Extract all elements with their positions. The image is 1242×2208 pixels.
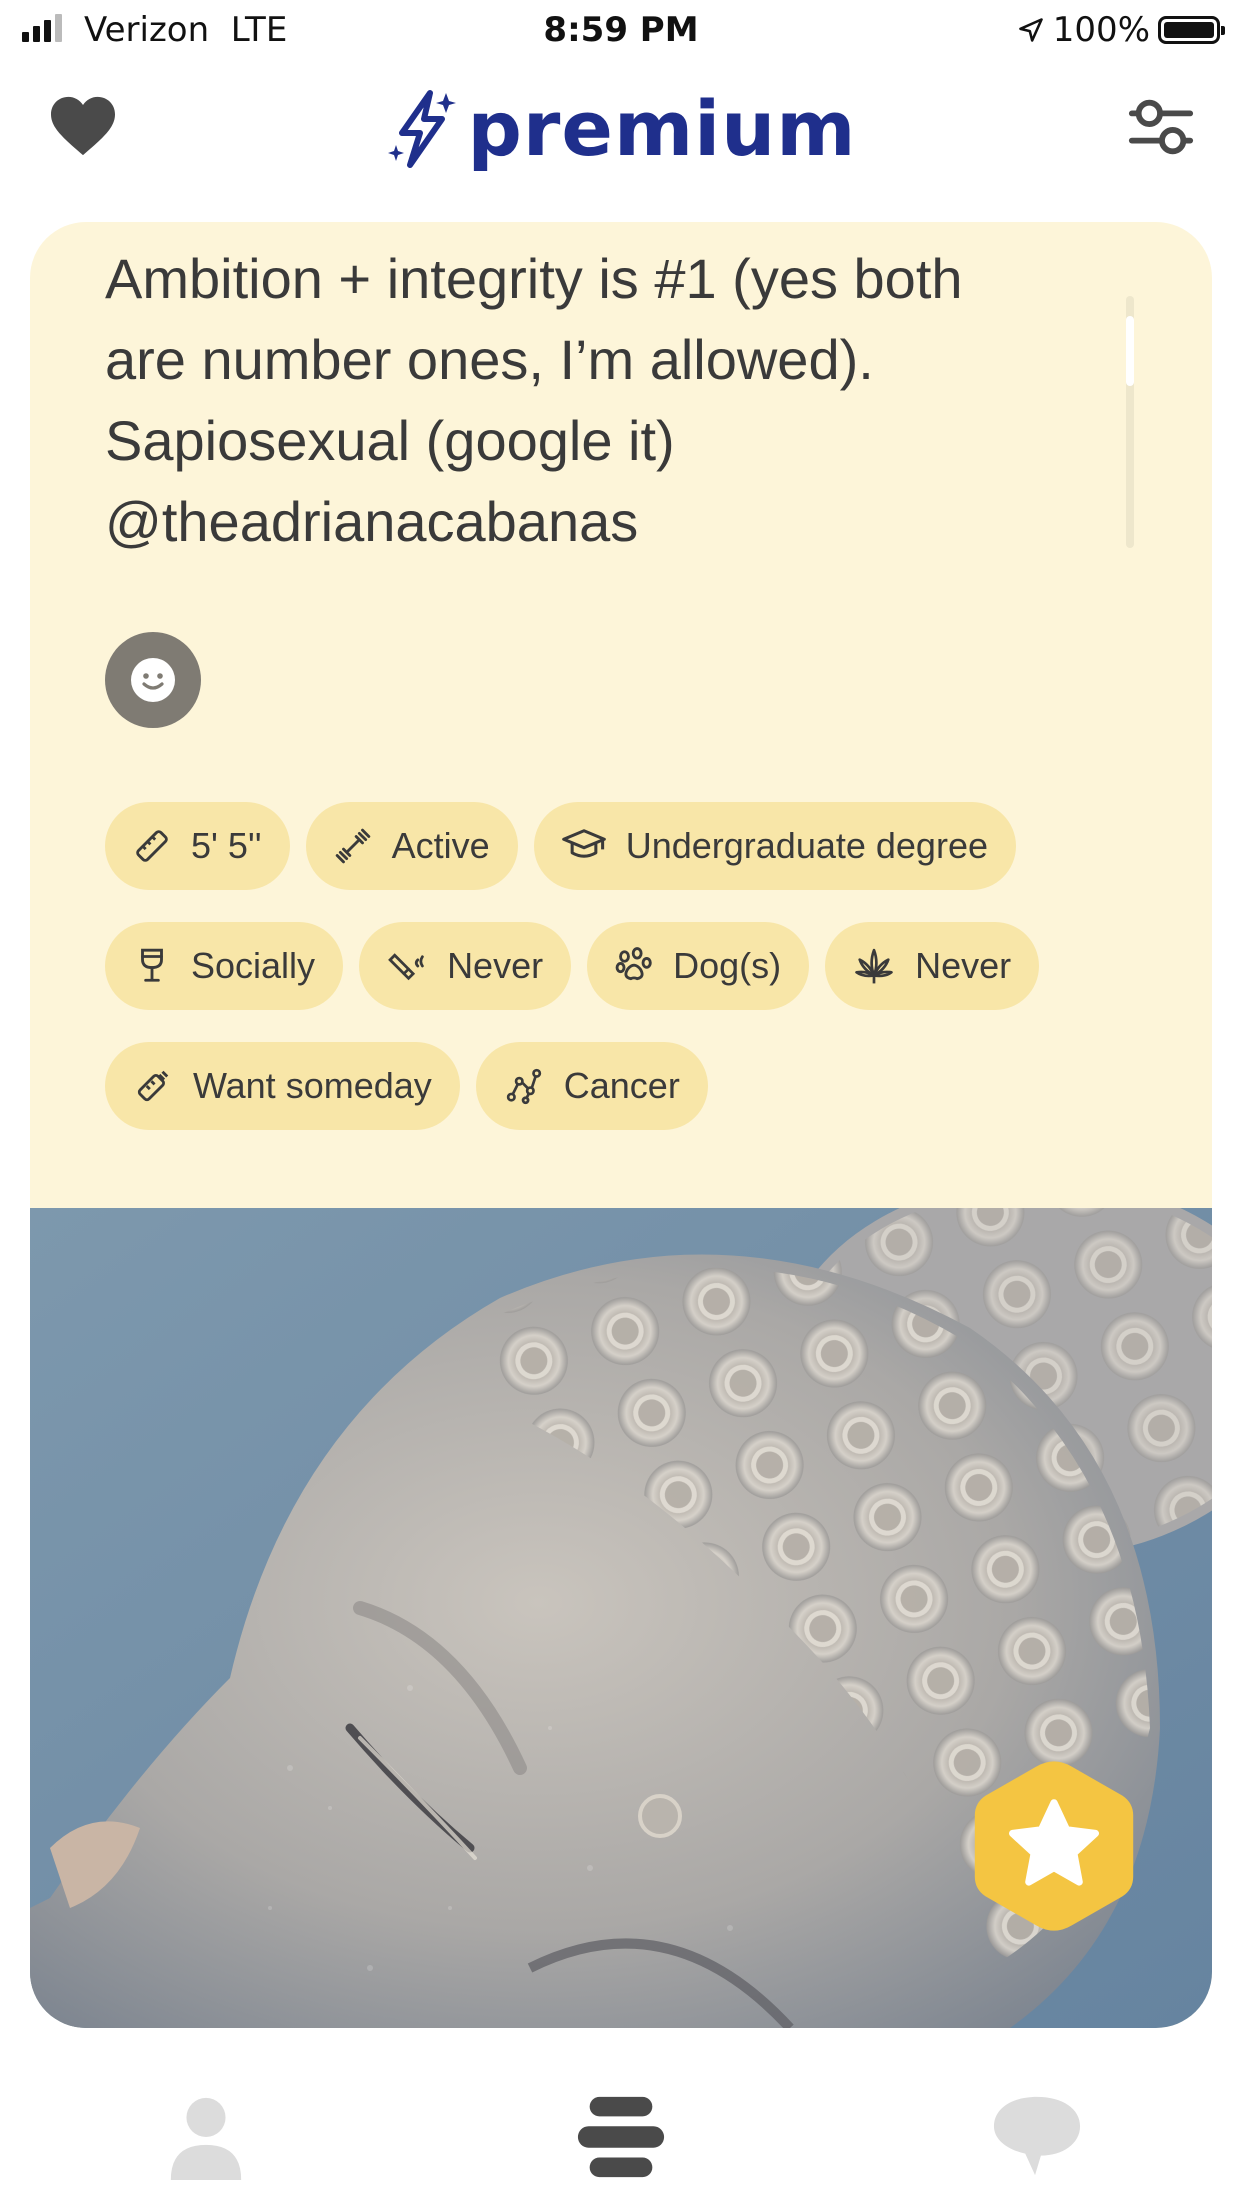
status-right: 100% [1017,10,1225,50]
chat-bubble-icon[interactable] [992,2092,1082,2180]
chip-education: Undergraduate degree [533,802,1016,890]
cigarette-icon [388,953,424,981]
baby-bottle-icon [137,1070,169,1102]
chip-pets: Dog(s) [587,922,810,1010]
top-bar: premium [0,70,1242,190]
premium-logo[interactable]: premium [0,84,1242,173]
bottom-nav [0,2070,1242,2208]
chip-label: Dog(s) [673,945,782,986]
paw-icon [615,947,652,981]
zodiac-constellation-icon [506,1068,541,1105]
chip-smoking: Never [359,922,572,1010]
bio-scrollbar[interactable] [1126,296,1134,548]
battery-percent: 100% [1052,10,1150,50]
chip-label: Want someday [193,1065,432,1106]
chip-label: Never [447,945,544,986]
bio-text: Ambition + integrity is #1 (yes both are… [105,238,1145,562]
bio-line: Ambition + integrity is #1 (yes both [105,247,963,310]
smiley-icon [131,658,175,702]
chip-label: Undergraduate degree [625,825,988,866]
logo-text: premium [467,84,857,173]
dumbbell-icon [335,828,370,864]
location-arrow-icon [1019,18,1043,42]
wine-glass-icon [141,948,163,982]
star-badge-icon[interactable] [964,1756,1144,1936]
chip-label: Active [391,825,490,866]
graduation-cap-icon [561,829,606,858]
react-emoji-button[interactable] [105,632,201,728]
battery-icon [1158,16,1225,44]
ruler-icon [136,830,168,862]
profile-icon[interactable] [166,2094,246,2180]
chip-label: Never [915,945,1012,986]
chip-cannabis: Never [825,922,1040,1010]
chip-height: 5' 5'' [105,802,290,890]
chip-children: Want someday [105,1042,460,1130]
filter-sliders-icon[interactable] [1126,92,1196,162]
chip-exercise: Active [305,802,518,890]
profile-attributes: 5' 5'' Active Undergraduate degree Socia… [105,802,1165,1162]
bio-line: Sapiosexual (google it) [105,409,675,472]
chip-label: Socially [191,945,316,986]
stack-icon[interactable] [574,2092,668,2180]
status-bar: Verizon LTE 8:59 PM 100% [0,0,1242,64]
cannabis-leaf-icon [855,948,893,984]
bio-line: are number ones, I’m allowed). [105,328,874,391]
chip-label: 5' 5'' [191,825,262,866]
chip-zodiac: Cancer [475,1042,708,1130]
chip-drinking: Socially [105,922,344,1010]
profile-photo[interactable] [30,1208,1212,2028]
sparkle-bolt-icon [387,89,456,168]
profile-card[interactable]: Ambition + integrity is #1 (yes both are… [30,222,1212,2028]
bio-line: @theadrianacabanas [105,490,639,553]
chip-label: Cancer [563,1065,680,1106]
